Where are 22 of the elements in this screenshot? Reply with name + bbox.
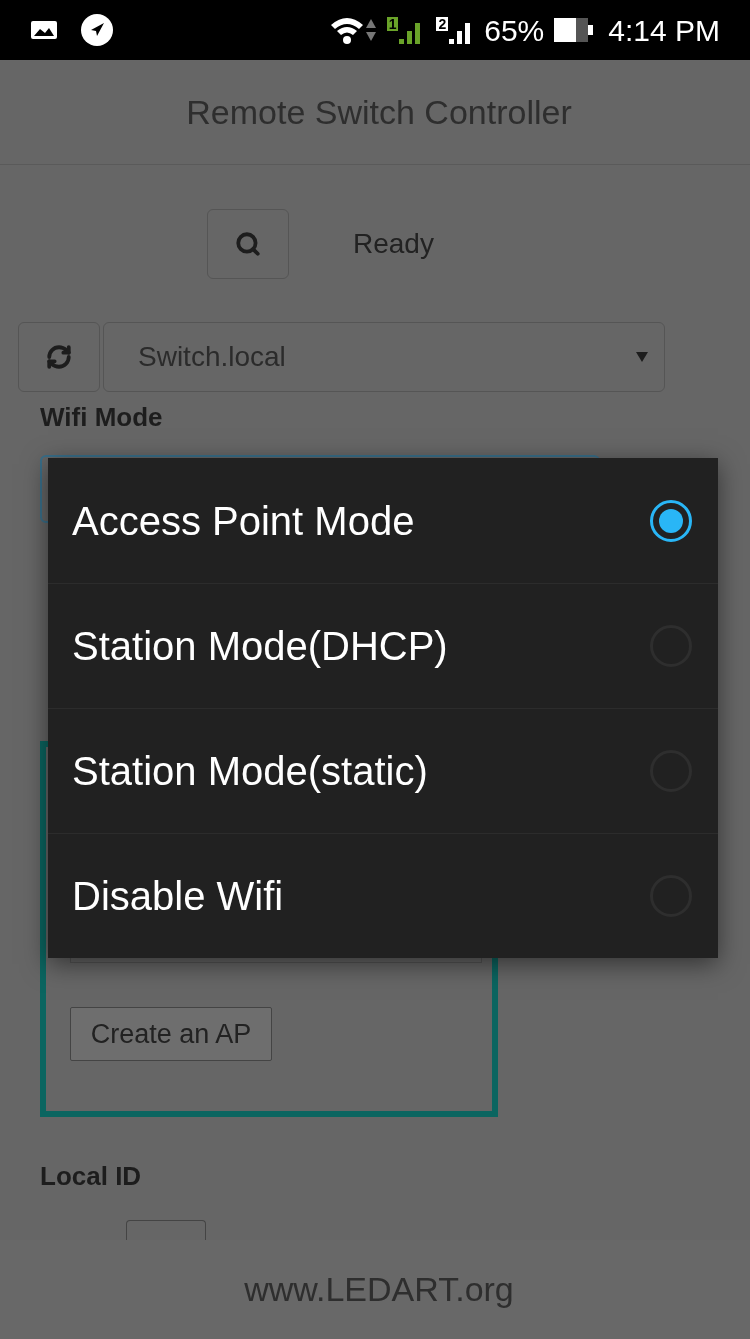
radio-button[interactable] bbox=[650, 499, 692, 542]
page-title: Remote Switch Controller bbox=[186, 91, 572, 133]
dialog-option[interactable]: Disable Wifi bbox=[48, 833, 718, 958]
refresh-icon bbox=[46, 344, 72, 370]
dialog-option[interactable]: Station Mode(DHCP) bbox=[48, 583, 718, 708]
search-icon bbox=[235, 231, 261, 257]
dialog-option[interactable]: Station Mode(static) bbox=[48, 708, 718, 833]
sim-number: 1 bbox=[386, 17, 399, 31]
clock: 4:14 PM bbox=[608, 12, 720, 49]
sim-number: 2 bbox=[436, 17, 449, 31]
dialog-option[interactable]: Access Point Mode bbox=[48, 458, 718, 583]
image-icon bbox=[30, 19, 58, 41]
navigation-icon bbox=[80, 13, 114, 47]
search-button[interactable] bbox=[207, 209, 289, 279]
battery-percent: 65% bbox=[484, 12, 545, 49]
data-arrows-icon bbox=[364, 17, 377, 43]
field-label: Local ID bbox=[40, 1160, 143, 1193]
dropdown-caret-icon bbox=[636, 352, 648, 362]
refresh-button[interactable] bbox=[18, 322, 100, 392]
battery-icon bbox=[554, 17, 595, 43]
status-text: Ready bbox=[353, 227, 434, 261]
field-label: Wifi Mode bbox=[40, 401, 164, 434]
